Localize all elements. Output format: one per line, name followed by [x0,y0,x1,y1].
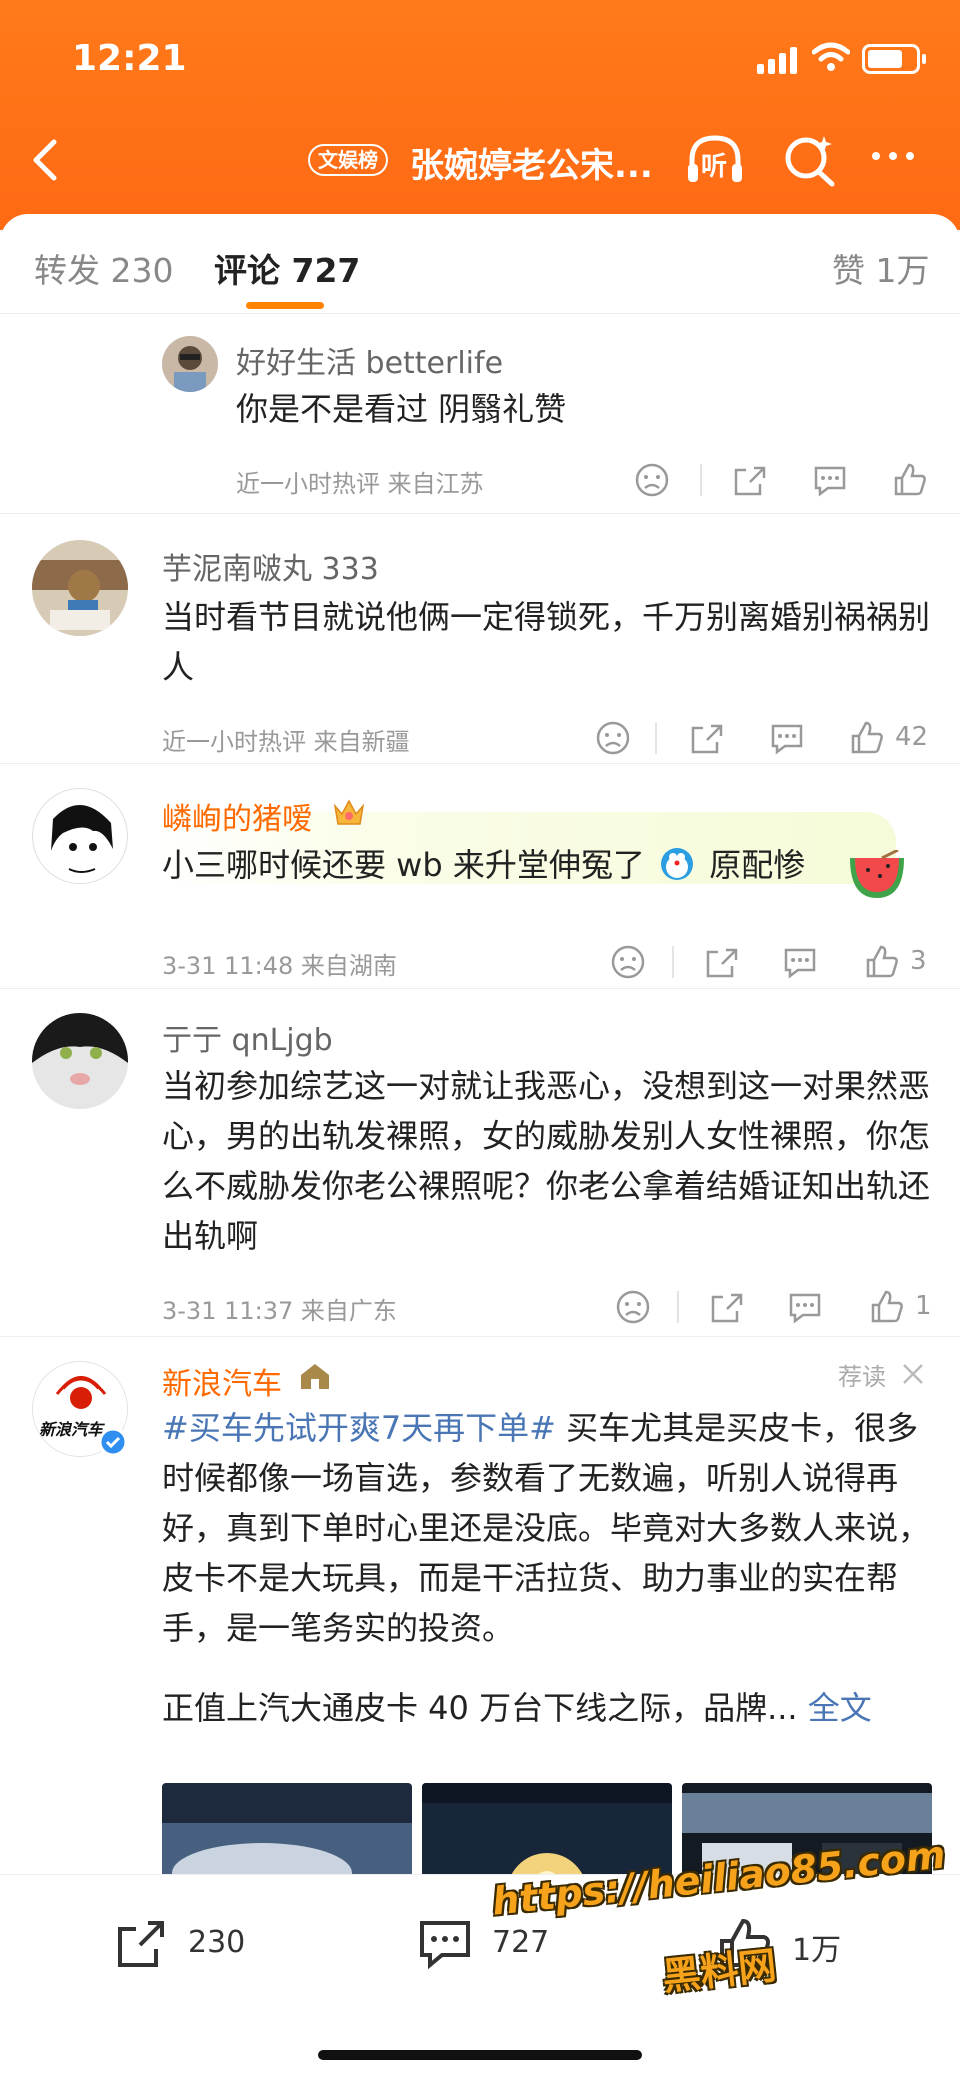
house-badge-icon [301,1364,329,1389]
nav-bar: 文娱榜 张婉婷老公宋... 听 [0,130,960,190]
tab-like[interactable]: 赞 1万 [832,244,930,292]
repost-icon [118,1921,164,1967]
comment-text: 小三哪时候还要 wb 来升堂伸冤了 原配惨 [162,840,805,890]
reply-icon[interactable] [780,942,820,982]
close-icon[interactable] [900,1361,926,1387]
comment-count: 727 [492,1925,550,1960]
header: 12:21 文娱榜 张婉婷老公宋... 听 [0,0,960,230]
tab-bar: 转发 230 评论 727 赞 1万 [0,214,960,314]
like-icon[interactable] [862,942,902,982]
avatar[interactable] [32,540,128,636]
like-count: 3 [910,946,927,976]
logo-text: 新浪汽车 [39,1420,104,1439]
comment-icon [420,1921,470,1970]
divider [700,464,702,496]
like-icon[interactable] [890,460,930,500]
comment-item: 嶙峋的猪嗳 小三哪时候还要 wb 来升堂伸冤了 原配惨 3-31 11:48 来… [0,764,960,989]
username[interactable]: 好好生活 betterlife [236,338,503,382]
crown-badge-icon [333,799,365,825]
comment-item: 亍亍 qnLjgb 当初参加综艺这一对就让我恶心，没想到这一对果然恶心，男的出轨… [0,989,960,1337]
reply-icon[interactable] [810,460,850,500]
post-image[interactable] [422,1783,672,1874]
post-image[interactable] [162,1783,412,1874]
dislike-icon[interactable] [608,942,648,982]
recommended-label: 荐读 [838,1363,886,1391]
avatar[interactable] [32,1013,128,1109]
full-text-link[interactable]: 全文 [808,1689,872,1727]
comments-panel: 转发 230 评论 727 赞 1万 好好生活 betterlife 你是不是看… [0,214,960,1874]
tab-indicator [246,302,324,309]
reply-icon[interactable] [785,1287,825,1327]
trending-tag[interactable]: 文娱榜 [308,144,388,176]
comment-text-main: 小三哪时候还要 wb 来升堂伸冤了 [162,846,645,884]
reply-icon[interactable] [767,718,807,758]
hashtag-link[interactable]: #买车先试开爽7天再下单# [162,1409,556,1447]
username[interactable]: 芋泥南啵丸 333 [162,544,379,588]
home-indicator [318,2050,642,2060]
brand-name[interactable]: 新浪汽车 [162,1359,282,1403]
divider [672,946,674,978]
comment-meta: 近一小时热评 来自新疆 [162,728,410,756]
cellular-signal-icon [757,46,797,74]
username[interactable]: 亍亍 qnLjgb [162,1015,333,1059]
tab-repost[interactable]: 转发 230 [34,244,173,292]
like-icon[interactable] [847,718,887,758]
status-bar: 12:21 [0,30,960,90]
like-count: 1 [915,1291,932,1321]
divider [677,1291,679,1323]
comment-text-tail: 原配惨 [709,846,806,884]
share-icon[interactable] [707,1287,747,1327]
share-icon[interactable] [687,718,727,758]
comment-text: 当时看节目就说他俩一定得锁死，千万别离婚别祸祸别人 [162,598,931,686]
share-icon[interactable] [702,942,742,982]
listen-label: 听 [701,152,728,182]
comment-meta: 3-31 11:48 来自湖南 [162,952,397,980]
comment-text: 你是不是看过 阴翳礼赞 [236,390,567,428]
wifi-icon [812,42,850,71]
like-count: 42 [895,722,929,752]
comment-text: 当初参加综艺这一对就让我恶心，没想到这一对果然恶心，男的出轨发裸照，女的威胁发别… [162,1067,931,1255]
divider [655,722,657,754]
listen-button[interactable]: 听 [684,130,746,190]
repost-count: 230 [188,1925,246,1960]
page-title: 张婉婷老公宋... [410,146,653,186]
avatar[interactable] [162,336,218,392]
status-time: 12:21 [72,38,187,79]
battery-icon [862,44,926,74]
comment-actions: 42 [585,718,945,758]
post-text-continued: 正值上汽大通皮卡 40 万台下线之际，品牌... 全文 [162,1683,932,1733]
comment-actions: 1 [605,1287,950,1327]
verified-badge-icon [98,1427,128,1457]
search-icon[interactable] [782,130,838,190]
dislike-icon[interactable] [632,460,672,500]
tab-comment[interactable]: 评论 727 [214,244,360,292]
comment-meta: 3-31 11:37 来自广东 [162,1297,397,1325]
post-text-tail: 正值上汽大通皮卡 40 万台下线之际，品牌... [162,1689,798,1727]
share-icon[interactable] [730,460,770,500]
watermelon-decoration-icon [850,850,904,898]
comment-actions [620,460,940,500]
comment-item: 好好生活 betterlife 你是不是看过 阴翳礼赞 近一小时热评 来自江苏 [0,314,960,514]
bottom-action-bar: 230 727 1万 [0,1874,960,2078]
back-icon[interactable] [26,136,66,184]
doraemon-emoji-icon [661,848,694,880]
sponsored-post: 新浪汽车 新浪汽车 荐读 #买车先试开爽7天再下单# 买车尤其是买皮卡，很多时候… [0,1337,960,1874]
comment-button[interactable]: 727 [416,1915,566,1975]
repost-button[interactable]: 230 [112,1915,262,1975]
avatar[interactable] [32,788,128,884]
like-count: 1万 [792,1933,842,1968]
comment-actions: 3 [600,942,950,982]
more-icon[interactable] [872,152,914,160]
dislike-icon[interactable] [613,1287,653,1327]
username[interactable]: 嶙峋的猪嗳 [162,794,312,838]
comment-item: 芋泥南啵丸 333 当时看节目就说他俩一定得锁死，千万别离婚别祸祸别人 近一小时… [0,514,960,764]
comment-meta: 近一小时热评 来自江苏 [236,470,484,498]
dislike-icon[interactable] [593,718,633,758]
post-text: #买车先试开爽7天再下单# 买车尤其是买皮卡，很多时候都像一场盲选，参数看了无数… [162,1403,932,1653]
like-icon[interactable] [867,1287,907,1327]
